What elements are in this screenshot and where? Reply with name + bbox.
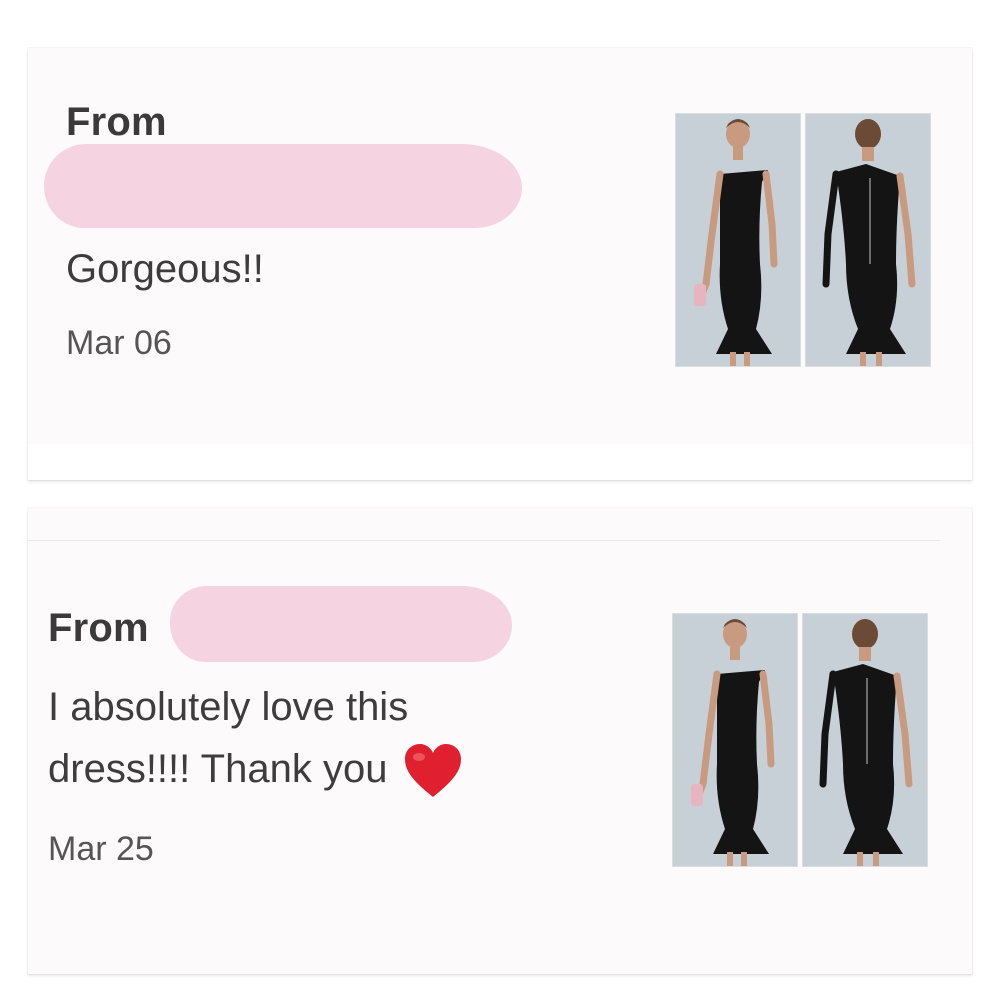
review-message: Gorgeous!!: [66, 238, 264, 300]
photo-thumbnails: [673, 614, 927, 866]
review-card: From Gorgeous!! Mar 06: [28, 48, 972, 480]
review-message-line: dress!!!! Thank you: [48, 747, 388, 791]
review-message-line: I absolutely love this: [48, 685, 409, 729]
redacted-name: [170, 586, 512, 662]
review-message: I absolutely love this dress!!!! Thank y…: [48, 676, 463, 800]
photo-thumbnail-back[interactable]: [806, 114, 930, 366]
from-label: From: [48, 606, 149, 650]
heart-icon: [404, 744, 461, 798]
redacted-name: [44, 144, 522, 228]
photo-thumbnail-front[interactable]: [673, 614, 797, 866]
photo-thumbnail-back[interactable]: [803, 614, 927, 866]
photo-thumbnail-front[interactable]: [676, 114, 800, 366]
review-date: Mar 25: [48, 830, 154, 868]
card-footer-strip: [28, 444, 972, 480]
review-card: From I absolutely love this dress!!!! Th…: [28, 508, 972, 974]
review-message-line-with-emoji: dress!!!! Thank you: [48, 738, 463, 800]
dress-back-image: [803, 614, 927, 866]
dress-front-image: [673, 614, 797, 866]
dress-back-image: [806, 114, 930, 366]
dress-front-image: [676, 114, 800, 366]
divider: [28, 540, 940, 541]
from-label: From: [66, 100, 167, 144]
review-date: Mar 06: [66, 324, 172, 362]
photo-thumbnails: [676, 114, 930, 366]
review-message-line: Gorgeous!!: [66, 247, 264, 291]
